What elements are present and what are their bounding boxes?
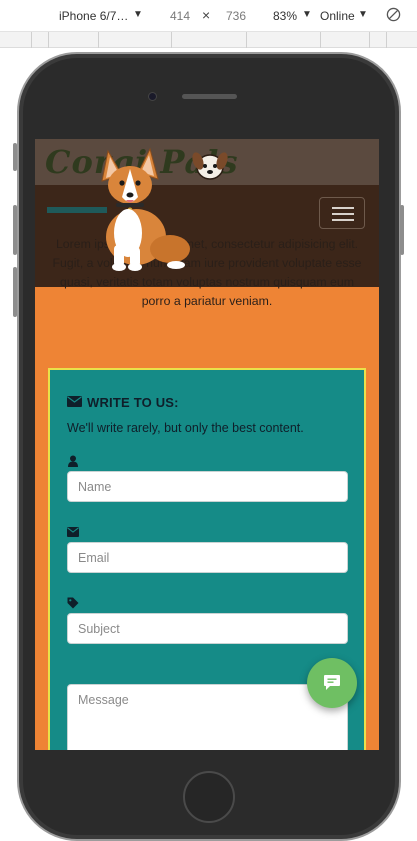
viewport-width[interactable]: 414 (170, 9, 190, 23)
tag-icon (67, 597, 79, 609)
chat-icon (324, 675, 340, 690)
volume-down-button (13, 267, 17, 317)
zoom-selector[interactable]: 83% (273, 9, 297, 23)
volume-up-button (13, 205, 17, 255)
home-button[interactable] (183, 771, 235, 823)
corgi-icon (101, 147, 190, 271)
hamburger-menu-icon[interactable] (319, 197, 365, 229)
rotate-icon[interactable] (386, 7, 401, 22)
name-input[interactable] (67, 471, 348, 502)
form-subtitle: We'll write rarely, but only the best co… (67, 421, 304, 435)
zoom-caret-icon[interactable]: ▼ (302, 9, 312, 20)
device-selector[interactable]: iPhone 6/7… (59, 9, 128, 23)
form-title: WRITE TO US: (87, 395, 179, 410)
front-camera (148, 92, 157, 101)
media-query-ruler[interactable] (0, 32, 417, 48)
user-icon (68, 455, 78, 467)
logo-bar: Corgi Pals (35, 139, 379, 185)
dimension-separator: × (202, 7, 211, 23)
devtools-toolbar: iPhone 6/7… ▼ 414 × 736 83% ▼ Online ▼ (0, 0, 417, 32)
viewport-height[interactable]: 736 (226, 9, 246, 23)
network-caret-icon[interactable]: ▼ (358, 9, 368, 20)
envelope-icon (67, 527, 79, 537)
power-button (400, 205, 404, 255)
envelope-icon (67, 396, 82, 407)
subject-input[interactable] (67, 613, 348, 644)
site-header: Corgi Pals Lorem ipsum dolor sit amet, c… (35, 139, 379, 308)
message-textarea[interactable] (67, 684, 348, 750)
dog-face-icon (192, 152, 228, 180)
chat-button[interactable] (307, 658, 357, 708)
earpiece-speaker (182, 94, 237, 99)
mute-switch (13, 143, 17, 171)
email-input[interactable] (67, 542, 348, 573)
device-caret-icon[interactable]: ▼ (133, 9, 143, 20)
network-throttle-selector[interactable]: Online (320, 9, 355, 23)
